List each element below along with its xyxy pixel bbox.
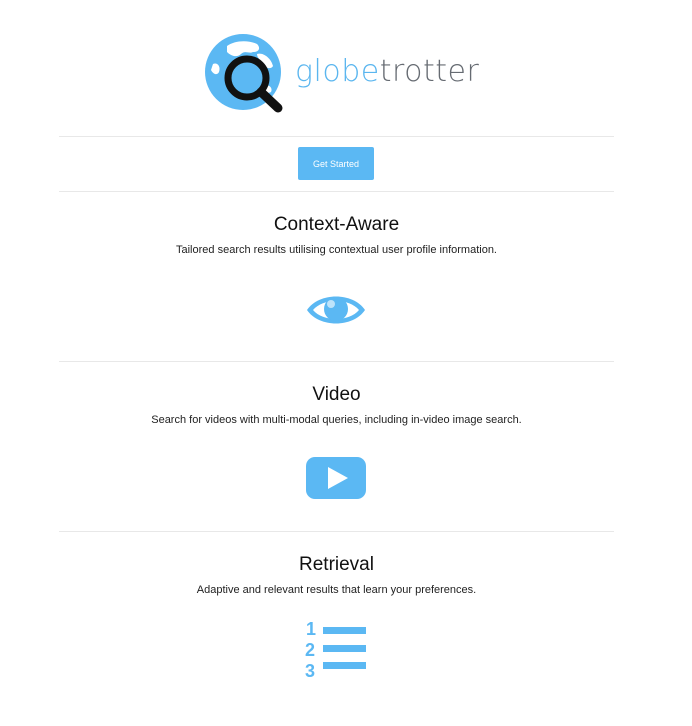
feature-description: Adaptive and relevant results that learn… xyxy=(196,584,477,596)
landing-page: globetrotter Get Started Context-Aware T… xyxy=(0,0,692,726)
feature-context-aware: Context-Aware Tailored search results ut… xyxy=(59,213,614,257)
globe-magnifier-icon xyxy=(205,34,283,113)
divider xyxy=(59,136,614,137)
eye-icon xyxy=(307,296,365,324)
brand-logo[interactable]: globetrotter xyxy=(205,34,479,113)
feature-video: Video Search for videos with multi-modal… xyxy=(59,383,614,427)
feature-retrieval: Retrieval Adaptive and relevant results … xyxy=(59,553,614,597)
wordmark-part-trotter: trotter xyxy=(379,54,480,89)
feature-title: Retrieval xyxy=(299,554,374,575)
divider xyxy=(59,531,614,532)
divider xyxy=(59,361,614,362)
feature-description: Search for videos with multi-modal queri… xyxy=(151,414,522,426)
feature-title: Video xyxy=(312,384,361,405)
numbered-list-icon: 1 2 3 xyxy=(305,619,366,680)
list-number-glyph: 1 xyxy=(306,619,316,639)
list-number-glyph: 3 xyxy=(305,661,315,680)
brand-wordmark: globetrotter xyxy=(295,57,479,87)
wordmark-part-globe: globe xyxy=(295,54,380,89)
play-video-icon xyxy=(306,457,366,499)
feature-description: Tailored search results utilising contex… xyxy=(176,244,497,256)
feature-title: Context-Aware xyxy=(273,214,400,235)
list-number-glyph: 2 xyxy=(305,640,315,660)
get-started-button[interactable]: Get Started xyxy=(298,147,374,180)
divider xyxy=(59,191,614,192)
